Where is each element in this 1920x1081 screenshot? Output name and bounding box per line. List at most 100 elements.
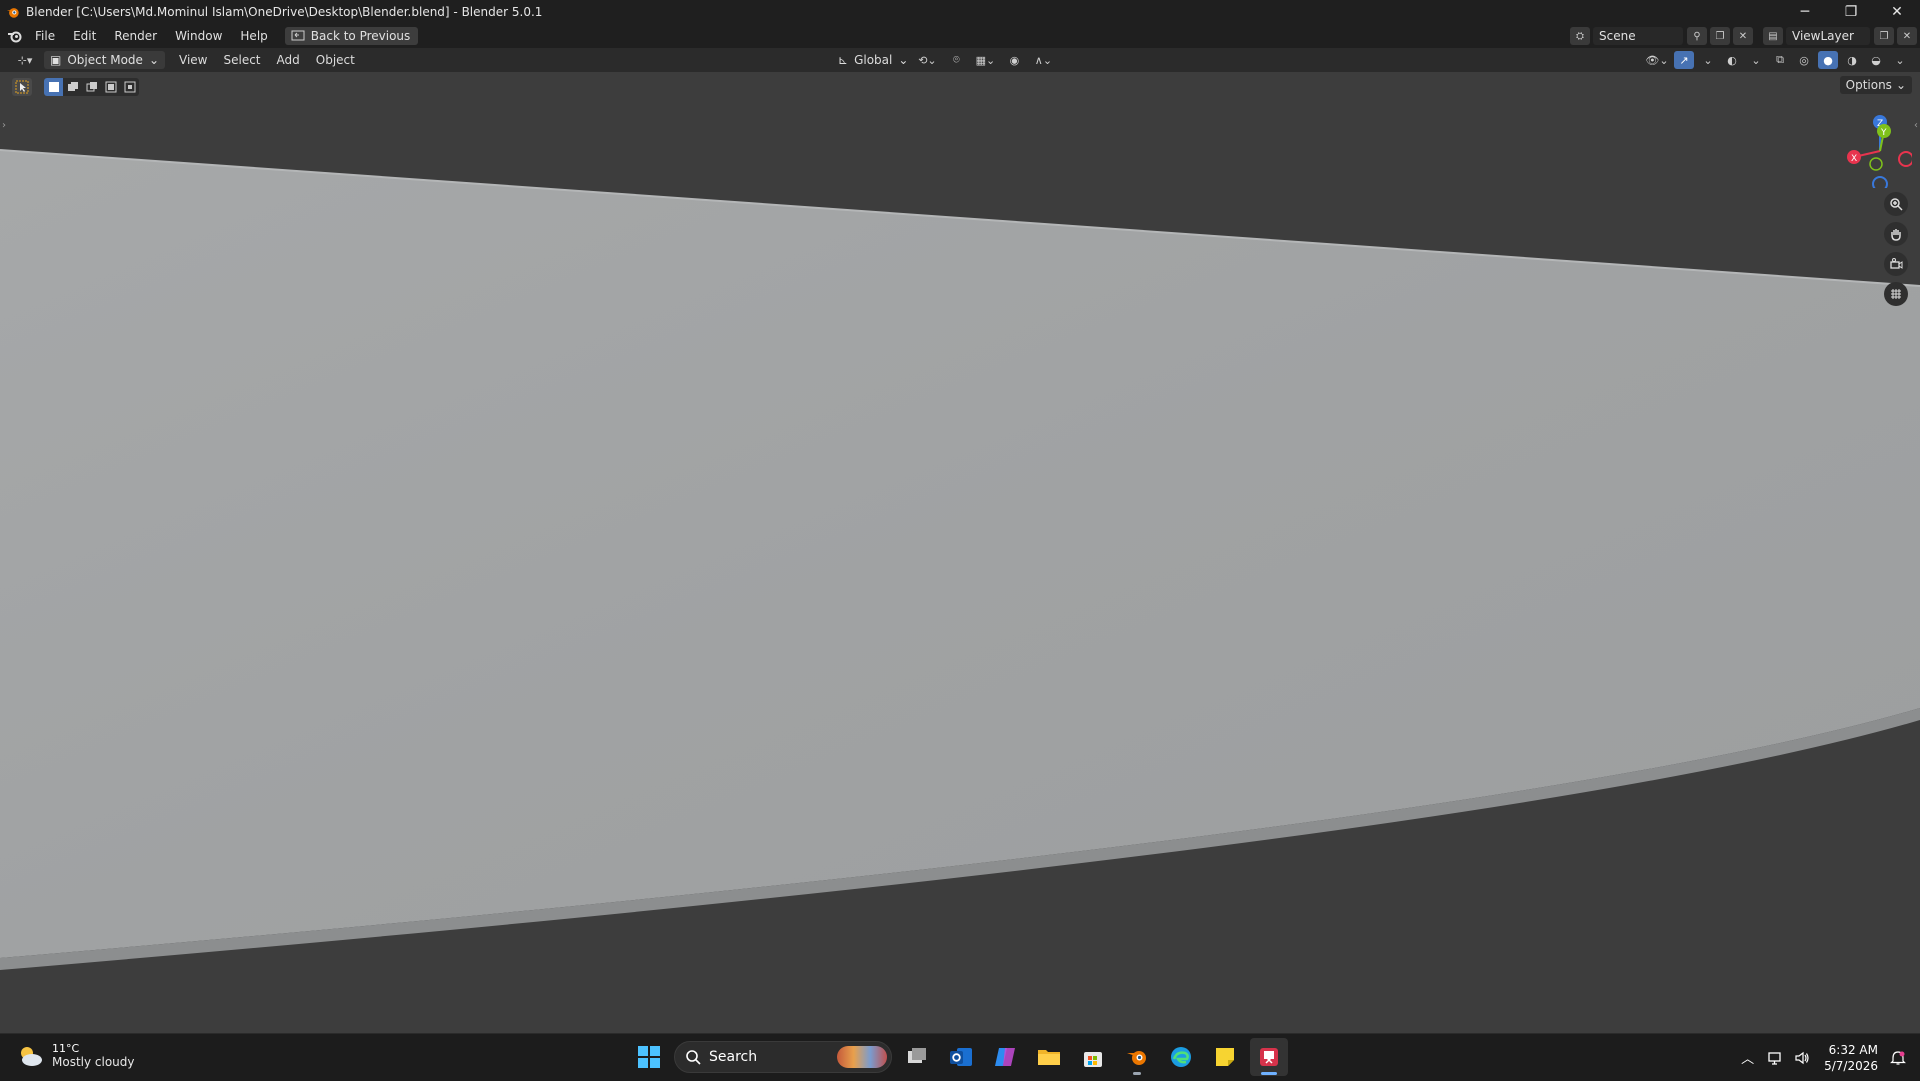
file-explorer-button[interactable] [1030,1038,1068,1076]
sidebar-expand-icon[interactable]: ‹ [1914,120,1918,131]
wireframe-shading-icon[interactable]: ◎ [1794,51,1814,69]
view-layer-selector-icon[interactable]: ▤ [1763,27,1783,45]
select-subtract-icon[interactable] [82,78,101,96]
scene-selector-icon[interactable]: ⛭ [1570,27,1590,45]
new-view-layer-icon[interactable]: ❐ [1874,27,1894,45]
toolbar-expand-icon[interactable]: › [2,120,6,131]
select-extend-icon[interactable] [63,78,82,96]
blender-app-button[interactable] [1118,1038,1156,1076]
gizmo-dropdown-icon[interactable]: ⌄ [1698,51,1718,69]
y-axis-label: Y [1880,128,1887,138]
task-view-icon [908,1048,926,1063]
network-icon[interactable] [1768,1050,1784,1066]
snap-target-icon[interactable]: ▦⌄ [972,51,998,69]
view-layer-field[interactable]: ViewLayer [1786,27,1870,45]
menu-add[interactable]: Add [269,53,308,67]
3d-viewport[interactable]: › ‹ Options ⌄ Z X Y [0,72,1920,1033]
clock[interactable]: 6:32 AM 5/7/2026 [1824,1042,1878,1074]
weather-widget[interactable]: 11°C Mostly cloudy [16,1042,135,1069]
outlook-app-button[interactable] [942,1038,980,1076]
top-menu-bar: File Edit Render Window Help Back to Pre… [0,24,1920,48]
snipping-tool-icon [1260,1048,1278,1066]
transform-orientation-dropdown[interactable]: ⊾ Global ⌄ [838,53,908,67]
neg-y-axis-icon[interactable] [1869,157,1883,171]
options-dropdown[interactable]: Options ⌄ [1839,76,1912,94]
menu-window[interactable]: Window [166,29,231,43]
window-title: Blender [C:\Users\Md.Mominul Islam\OneDr… [26,5,543,19]
options-label: Options [1845,78,1892,92]
search-icon [686,1050,701,1065]
scene-pin-icon[interactable]: ⚲ [1687,27,1707,45]
ortho-grid-icon[interactable] [1884,282,1908,306]
overlays-toggle-icon[interactable]: ◐ [1722,51,1742,69]
zoom-icon[interactable] [1884,192,1908,216]
back-to-previous-button[interactable]: Back to Previous [284,27,419,45]
close-button[interactable]: ✕ [1874,0,1920,24]
copilot-app-button[interactable] [986,1038,1024,1076]
windows-taskbar: 11°C Mostly cloudy Search ︿ 6:32 AM 5/7/… [0,1033,1920,1081]
falloff-icon[interactable]: ∧⌄ [1030,51,1056,69]
menu-file[interactable]: File [26,29,64,43]
minimize-button[interactable]: ─ [1782,0,1828,24]
remove-scene-icon[interactable]: ✕ [1733,27,1753,45]
new-scene-icon[interactable]: ❐ [1710,27,1730,45]
outlook-icon [950,1048,972,1066]
taskbar-search-box[interactable]: Search [674,1041,892,1073]
chevron-down-icon: ⌄ [898,53,909,67]
scene-field[interactable]: Scene [1593,27,1683,45]
select-tool-icon[interactable] [12,78,32,96]
object-mode-icon: ▣ [50,53,62,67]
sticky-notes-button[interactable] [1206,1038,1244,1076]
menu-select[interactable]: Select [215,53,268,67]
snipping-tool-button[interactable] [1250,1038,1288,1076]
edge-app-button[interactable] [1162,1038,1200,1076]
orientation-axes-icon: ⊾ [838,53,849,67]
edge-icon [1171,1047,1191,1067]
overlays-dropdown-icon[interactable]: ⌄ [1746,51,1766,69]
show-hidden-icons-chevron-icon[interactable]: ︿ [1741,1048,1754,1067]
menu-edit[interactable]: Edit [64,29,105,43]
menu-object[interactable]: Object [308,53,363,67]
microsoft-store-button[interactable] [1074,1038,1112,1076]
pan-hand-icon[interactable] [1884,222,1908,246]
shading-dropdown-icon[interactable]: ⌄ [1890,51,1910,69]
viewport-header: ⊹▾ ▣ Object Mode ⌄ View Select Add Objec… [0,48,1920,72]
xray-toggle-icon[interactable]: ⧉ [1770,51,1790,69]
menu-help[interactable]: Help [231,29,276,43]
solid-shading-icon[interactable]: ● [1818,51,1838,69]
pivot-point-icon[interactable]: ⟲⌄ [914,51,940,69]
snap-toggle-icon[interactable]: ⌾ [946,51,966,69]
task-view-button[interactable] [898,1038,936,1076]
menu-view[interactable]: View [171,53,215,67]
x-axis-label: X [1851,154,1857,164]
select-intersect-icon[interactable] [120,78,139,96]
search-highlight-image [837,1046,887,1068]
notification-bell-icon[interactable] [1890,1050,1906,1066]
visibility-icon[interactable]: 👁⌄ [1644,51,1670,69]
proportional-edit-icon[interactable]: ◉ [1004,51,1024,69]
mesh-object[interactable] [0,150,1920,958]
clock-time: 6:32 AM [1828,1042,1878,1057]
weather-temperature: 11°C [52,1042,80,1055]
menu-render[interactable]: Render [105,29,166,43]
material-preview-icon[interactable]: ◑ [1842,51,1862,69]
start-button[interactable] [630,1038,668,1076]
clock-date: 5/7/2026 [1824,1058,1878,1073]
neg-x-axis-icon[interactable] [1898,151,1912,167]
volume-icon[interactable] [1794,1050,1810,1066]
rendered-shading-icon[interactable]: ◒ [1866,51,1886,69]
gizmo-toggle-icon[interactable]: ↗ [1674,51,1694,69]
maximize-button[interactable]: ❐ [1828,0,1874,24]
navigation-gizmo[interactable]: Z X Y [1832,108,1912,188]
select-invert-icon[interactable] [101,78,120,96]
editor-type-icon[interactable]: ⊹▾ [12,51,38,69]
camera-view-icon[interactable] [1884,252,1908,276]
remove-view-layer-icon[interactable]: ✕ [1897,27,1917,45]
neg-z-axis-icon[interactable] [1872,176,1888,188]
blender-menu-icon[interactable] [4,25,26,47]
weather-condition: Mostly cloudy [52,1055,135,1069]
screen-back-icon [291,30,305,41]
object-mode-dropdown[interactable]: ▣ Object Mode ⌄ [44,51,165,69]
viewport-canvas[interactable] [0,72,1920,1033]
select-new-icon[interactable] [44,78,63,96]
